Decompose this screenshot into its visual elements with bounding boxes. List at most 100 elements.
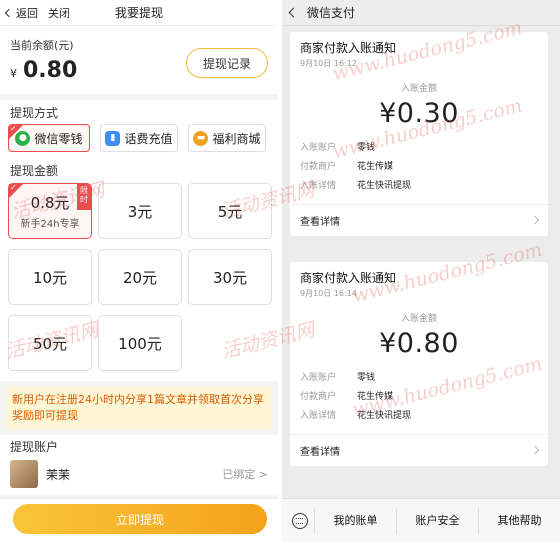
account-status: 已绑定 >	[222, 468, 268, 481]
top-nav-bar: 微信支付	[282, 0, 560, 26]
submit-bar: 立即提现	[0, 498, 278, 542]
detail-value: 花生传媒	[357, 162, 394, 172]
bottom-menu-bar: 我的账单 账户安全 其他帮助	[282, 498, 560, 542]
method-section: 提现方式 ✓ ● 微信零钱 ▮ 话费充值 ▬ 福利商城	[0, 100, 278, 158]
detail-row: 入账详情 花生快讯提现	[300, 177, 538, 196]
method-label: 微信零钱	[34, 131, 83, 146]
amount-value: 10元	[32, 268, 68, 287]
keyboard-icon	[292, 512, 308, 529]
view-details-link[interactable]: 查看详情	[290, 204, 548, 236]
detail-key: 入账账户	[300, 143, 337, 153]
back-button[interactable]: 返回	[4, 5, 38, 21]
detail-key: 入账详情	[300, 411, 337, 421]
card-amount-label: 入账金额	[400, 84, 437, 94]
account-name: 茉茉	[46, 467, 71, 482]
menu-my-bills[interactable]: 我的账单	[314, 507, 396, 534]
check-icon: ✓	[10, 183, 17, 192]
detail-key: 入账账户	[300, 373, 337, 383]
top-nav-bar: 返回 关闭 我要提现	[0, 0, 278, 26]
amount-value: 50元	[32, 334, 68, 353]
card-detail-rows: 入账账户 零钱 付款商户 花生传媒 入账详情 花生快讯提现	[290, 359, 548, 426]
method-phone-recharge[interactable]: ▮ 话费充值	[100, 124, 178, 152]
amount-option[interactable]: 20元	[98, 249, 182, 305]
method-label: 话费充值	[124, 131, 173, 146]
withdraw-record-button[interactable]: 提现记录	[186, 48, 268, 78]
detail-row: 入账账户 零钱	[300, 139, 538, 158]
method-wechat[interactable]: ✓ ● 微信零钱	[8, 124, 90, 152]
screenshot-root: 返回 关闭 我要提现 当前余额(元) ¥ 0.80 提现记录 提现方式 ✓ ● …	[0, 0, 560, 542]
detail-value: 零钱	[357, 373, 376, 383]
card-date: 9月10日 16:12	[300, 59, 357, 68]
card-amount-value: ¥0.80	[379, 328, 459, 359]
check-icon: ✓	[10, 124, 17, 133]
account-title: 提现账户	[10, 440, 59, 454]
detail-row: 付款商户 花生传媒	[300, 158, 538, 177]
payment-notice-card[interactable]: 商家付款入账通知 9月10日 16:14 入账金额 ¥0.80 入账账户 零钱 付…	[290, 262, 548, 466]
method-title: 提现方式	[10, 106, 59, 120]
method-label: 福利商城	[212, 131, 261, 146]
chevron-right-icon	[530, 445, 540, 455]
detail-key: 入账详情	[300, 181, 337, 191]
view-details-label: 查看详情	[300, 447, 340, 458]
new-user-notice: 新用户在注册24小时内分享1篇文章并领取首次分享奖励即可提现	[6, 387, 272, 429]
card-amount-label: 入账金额	[400, 314, 437, 324]
withdraw-submit-button[interactable]: 立即提现	[13, 504, 267, 534]
detail-row: 入账账户 零钱	[300, 369, 538, 388]
detail-row: 入账详情 花生快讯提现	[300, 407, 538, 426]
account-row[interactable]: 茉茉 已绑定 >	[10, 460, 268, 488]
amount-sub: 新手24h专享	[20, 219, 80, 230]
menu-account-security[interactable]: 账户安全	[396, 507, 478, 534]
card-date: 9月10日 16:14	[300, 289, 357, 298]
amount-value: 3元	[127, 202, 153, 221]
card-amount-value: ¥0.30	[379, 98, 459, 129]
amount-option[interactable]: ✓ 限时 0.8元 新手24h专享	[8, 183, 92, 239]
chevron-left-icon	[4, 8, 14, 17]
chevron-left-icon[interactable]	[288, 7, 299, 18]
amount-value: 0.8元	[30, 194, 70, 212]
menu-other-help[interactable]: 其他帮助	[478, 507, 560, 534]
amount-option[interactable]: 3元	[98, 183, 182, 239]
detail-value: 零钱	[357, 143, 376, 153]
method-welfare-shop[interactable]: ▬ 福利商城	[188, 124, 266, 152]
chat-title: 微信支付	[307, 6, 356, 20]
balance-section: 当前余额(元) ¥ 0.80 提现记录	[0, 26, 278, 94]
phone-icon: ▮	[105, 130, 121, 146]
amount-option[interactable]: 100元	[98, 315, 182, 371]
amount-grid: ✓ 限时 0.8元 新手24h专享 3元 5元 10元 20元 30元 50元 …	[6, 180, 272, 381]
card-title: 商家付款入账通知	[300, 41, 397, 55]
detail-row: 付款商户 花生传媒	[300, 388, 538, 407]
view-details-label: 查看详情	[300, 217, 340, 228]
detail-key: 付款商户	[300, 392, 337, 402]
back-label: 返回	[16, 6, 38, 20]
detail-value: 花生快讯提现	[357, 181, 412, 191]
keyboard-toggle[interactable]	[286, 507, 314, 535]
avatar	[10, 460, 38, 488]
amount-option[interactable]: 50元	[8, 315, 92, 371]
detail-value: 花生快讯提现	[357, 411, 412, 421]
amount-option[interactable]: 5元	[188, 183, 272, 239]
detail-key: 付款商户	[300, 162, 337, 172]
method-list: ✓ ● 微信零钱 ▮ 话费充值 ▬ 福利商城	[6, 122, 272, 158]
card-title: 商家付款入账通知	[300, 271, 397, 285]
amount-option[interactable]: 30元	[188, 249, 272, 305]
limited-tag: 限时	[77, 184, 91, 210]
amount-value: 100元	[118, 334, 162, 353]
amount-title: 提现金额	[10, 164, 59, 178]
amount-value: 30元	[212, 268, 248, 287]
balance-value: 0.80	[23, 58, 78, 83]
shop-icon: ▬	[193, 130, 209, 146]
account-section: 提现账户 茉茉 已绑定 >	[0, 435, 278, 495]
page-title: 我要提现	[114, 6, 163, 20]
currency-symbol: ¥	[10, 67, 17, 80]
detail-value: 花生传媒	[357, 392, 394, 402]
view-details-link[interactable]: 查看详情	[290, 434, 548, 466]
withdraw-page: 返回 关闭 我要提现 当前余额(元) ¥ 0.80 提现记录 提现方式 ✓ ● …	[0, 0, 278, 542]
amount-option[interactable]: 10元	[8, 249, 92, 305]
payment-notice-card[interactable]: 商家付款入账通知 9月10日 16:12 入账金额 ¥0.30 入账账户 零钱 付…	[290, 32, 548, 236]
close-button[interactable]: 关闭	[48, 5, 70, 21]
chevron-right-icon	[530, 215, 540, 225]
wechat-pay-chat: 微信支付 商家付款入账通知 9月10日 16:12 入账金额 ¥0.30 入账账…	[282, 0, 560, 542]
amount-value: 20元	[122, 268, 158, 287]
amount-section: 提现金额 ✓ 限时 0.8元 新手24h专享 3元 5元 10元 20元 30元…	[0, 158, 278, 381]
card-detail-rows: 入账账户 零钱 付款商户 花生传媒 入账详情 花生快讯提现	[290, 129, 548, 196]
